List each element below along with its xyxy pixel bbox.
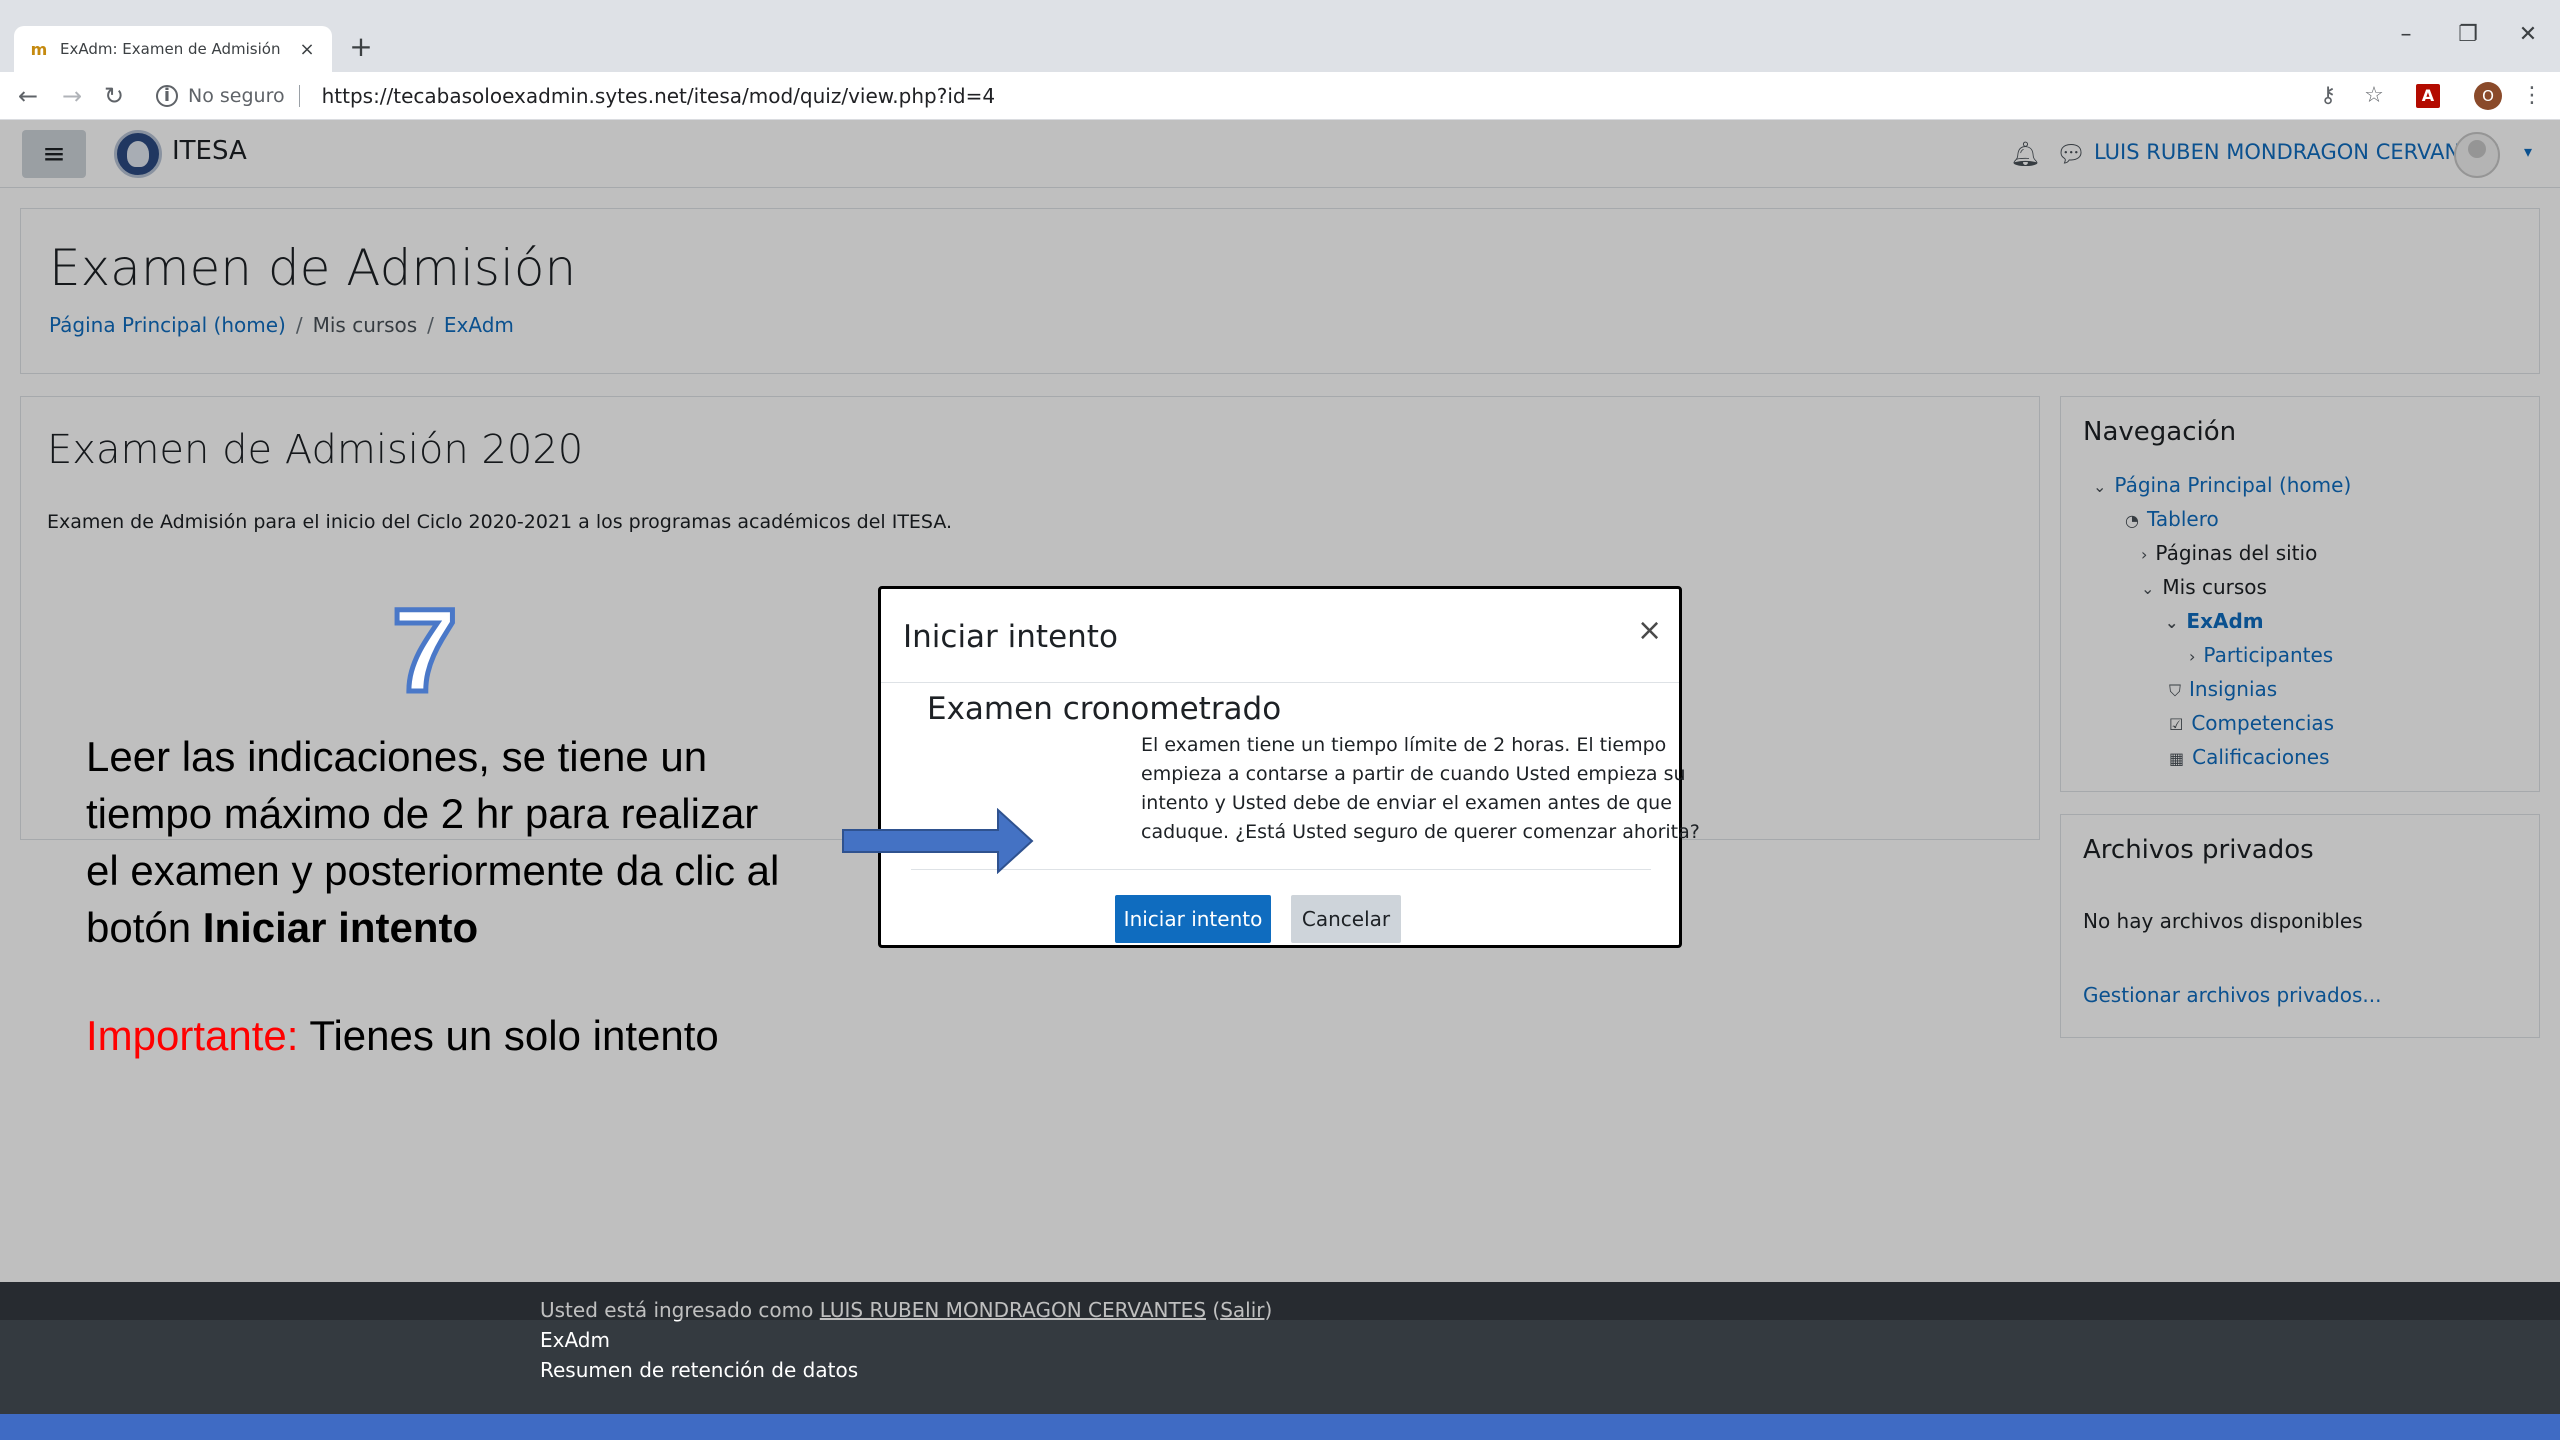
step-number: 7: [390, 585, 461, 717]
reload-icon[interactable]: ↻: [98, 80, 130, 112]
browser-toolbar: ← → ↻ i No seguro https://tecabasoloexad…: [0, 72, 2560, 120]
instruction-text: Leer las indicaciones, se tiene un tiemp…: [86, 733, 780, 951]
restore-window-icon[interactable]: ❐: [2448, 22, 2488, 47]
bottom-color-bar: [0, 1414, 2560, 1440]
arrow-shape: [842, 808, 1034, 874]
data-retention-link[interactable]: Resumen de retención de datos: [540, 1358, 858, 1382]
close-window-icon[interactable]: ✕: [2508, 22, 2548, 47]
start-attempt-button[interactable]: Iniciar intento: [1115, 895, 1271, 943]
cancel-button[interactable]: Cancelar: [1291, 895, 1401, 943]
kebab-menu-icon[interactable]: ⋮: [2516, 80, 2548, 112]
right-arrow-icon: [842, 808, 1034, 874]
browser-titlebar: m ExAdm: Examen de Admisión 202 × + – ❐ …: [0, 0, 2560, 72]
address-separator: [298, 85, 300, 107]
dialog-header: Iniciar intento ×: [881, 589, 1679, 683]
moodle-favicon-icon: m: [30, 39, 48, 59]
browser-tab[interactable]: m ExAdm: Examen de Admisión 202 ×: [14, 26, 332, 72]
start-attempt-dialog: Iniciar intento × Examen cronometrado El…: [878, 586, 1700, 948]
tab-close-icon[interactable]: ×: [296, 39, 318, 60]
security-status[interactable]: No seguro: [188, 85, 285, 107]
footer-course-link[interactable]: ExAdm: [540, 1328, 610, 1352]
url-text[interactable]: https://tecabasoloexadmin.sytes.net/ites…: [322, 84, 995, 108]
minimize-window-icon[interactable]: –: [2386, 22, 2426, 47]
forward-arrow-icon[interactable]: →: [56, 80, 88, 112]
address-bar[interactable]: i No seguro https://tecabasoloexadmin.sy…: [142, 78, 2362, 114]
key-icon[interactable]: ⚷: [2312, 80, 2344, 112]
pdf-extension-icon[interactable]: A: [2416, 84, 2440, 108]
new-tab-button[interactable]: +: [344, 30, 378, 64]
tab-title: ExAdm: Examen de Admisión 202: [60, 40, 286, 58]
back-arrow-icon[interactable]: ←: [12, 80, 44, 112]
info-icon[interactable]: i: [156, 85, 178, 107]
dialog-subtitle: Examen cronometrado: [927, 691, 1282, 727]
dialog-message: El examen tiene un tiempo límite de 2 ho…: [1141, 734, 1700, 843]
profile-avatar[interactable]: O: [2474, 82, 2502, 110]
star-bookmark-icon[interactable]: ☆: [2358, 80, 2390, 112]
dialog-title: Iniciar intento: [903, 619, 1118, 655]
important-note: Importante: Tienes un solo intento: [86, 1012, 719, 1059]
important-label: Importante:: [86, 1012, 299, 1059]
close-icon[interactable]: ×: [1637, 613, 1662, 648]
